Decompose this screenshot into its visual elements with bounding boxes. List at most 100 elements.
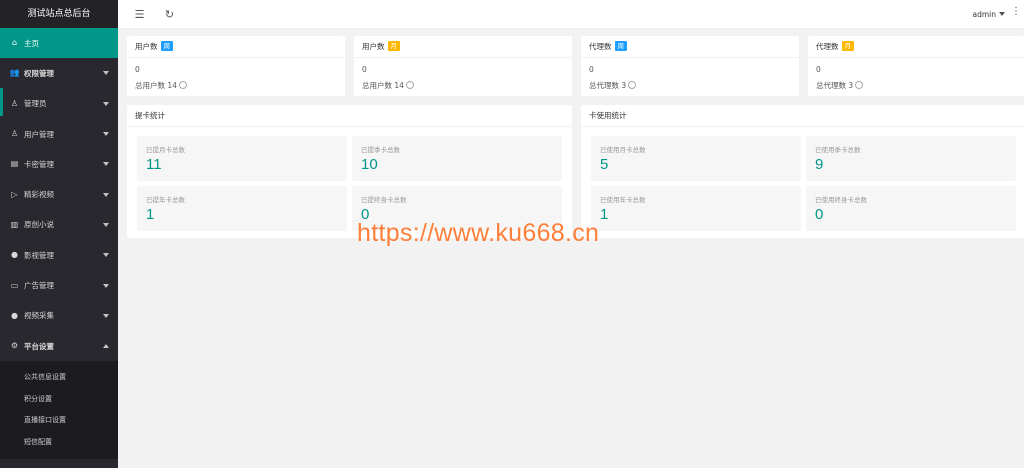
card-total: 总代理数 3 <box>808 80 1024 91</box>
film-icon: ● <box>11 250 18 260</box>
panel-title: 卡使用统计 <box>581 105 1024 127</box>
subnav-item-sms[interactable]: 短信配置 <box>0 432 118 454</box>
sidebar: 测试站点总后台 ⌂ 主页 👥 权限管理 ♙ 管理员 ♙ 用户管理 ▤ 卡密管理 … <box>0 0 118 468</box>
panel-title: 提卡统计 <box>127 105 572 127</box>
sidebar-item-label: 权限管理 <box>24 68 54 78</box>
sidebar-item-users[interactable]: ♙ 用户管理 <box>0 119 118 149</box>
sidebar-item-label: 平台设置 <box>24 341 54 351</box>
chevron-down-icon <box>103 283 109 288</box>
stat-tile: 已使用季卡总数 9 <box>806 136 1016 181</box>
collect-icon: ● <box>11 310 18 320</box>
username: admin <box>972 10 997 19</box>
more-icon[interactable]: ⋮ <box>1011 7 1021 17</box>
period-badge: 周 <box>160 41 173 51</box>
stat-tile: 已使用年卡总数 1 <box>591 186 801 231</box>
watermark-url: https://www.ku668.cn <box>357 219 600 247</box>
ad-icon: ▭ <box>10 280 19 290</box>
tile-label: 已使用季卡总数 <box>815 146 861 154</box>
total-label: 总代理数 <box>589 81 619 90</box>
sidebar-item-label: 精彩视频 <box>24 190 54 200</box>
card-value: 0 <box>589 65 594 74</box>
subnav-item-live-api[interactable]: 直播接口设置 <box>0 410 118 432</box>
chevron-down-icon <box>103 192 109 197</box>
stat-card-users-month: 用户数月 0 总用户数 14 <box>354 36 572 96</box>
card-header: 代理数周 <box>581 36 799 58</box>
stat-card-agents-week: 代理数周 0 总代理数 3 <box>581 36 799 96</box>
card-total: 总用户数 14 <box>354 80 572 91</box>
stat-tile: 已提年卡总数 1 <box>137 186 347 231</box>
home-icon: ⌂ <box>11 38 18 48</box>
stat-card-agents-month: 代理数月 0 总代理数 3 <box>808 36 1024 96</box>
refresh-icon[interactable]: ↻ <box>164 9 175 20</box>
tile-value: 9 <box>815 156 824 173</box>
brand-title: 测试站点总后台 <box>0 0 118 28</box>
sidebar-item-admins[interactable]: ♙ 管理员 <box>0 89 118 119</box>
sidebar-item-novels[interactable]: ▥ 原创小说 <box>0 210 118 240</box>
card-total: 总用户数 14 <box>127 80 345 91</box>
total-label: 总用户数 <box>135 81 165 90</box>
chevron-down-icon <box>103 162 109 167</box>
gear-icon: ⚙ <box>10 341 19 351</box>
card-value: 0 <box>135 65 140 74</box>
chevron-down-icon <box>103 313 109 318</box>
menu-toggle-icon[interactable]: ☰ <box>134 9 145 20</box>
book-icon: ▥ <box>10 219 19 229</box>
card-title: 用户数 <box>362 42 385 51</box>
total-value: 3 <box>621 81 627 90</box>
total-value: 3 <box>848 81 854 90</box>
play-icon: ▷ <box>11 189 18 199</box>
card-title: 用户数 <box>135 42 158 51</box>
card-title: 代理数 <box>589 42 612 51</box>
total-value: 14 <box>167 81 177 90</box>
user-menu[interactable]: admin <box>972 10 1005 19</box>
subnav-item-public-info[interactable]: 公共信息设置 <box>0 367 118 389</box>
card-icon: ▤ <box>10 159 19 169</box>
total-label: 总代理数 <box>816 81 846 90</box>
period-badge: 月 <box>841 41 854 51</box>
total-value: 14 <box>394 81 404 90</box>
tile-label: 已使用月卡总数 <box>600 146 646 154</box>
user-icon <box>405 81 414 89</box>
sidebar-item-videos[interactable]: ▷ 精彩视频 <box>0 179 118 209</box>
user-group-icon: ♙ <box>10 129 19 139</box>
stat-tile: 已提月卡总数 11 <box>137 136 347 181</box>
tile-label: 已提月卡总数 <box>146 146 185 154</box>
top-header: ☰ ↻ admin ⋮ <box>118 0 1024 29</box>
sidebar-item-permissions[interactable]: 👥 权限管理 <box>0 58 118 88</box>
stat-tile: 已使用终身卡总数 0 <box>806 186 1016 231</box>
card-value: 0 <box>816 65 821 74</box>
stat-tile: 已提季卡总数 10 <box>352 136 562 181</box>
tile-value: 11 <box>146 156 162 173</box>
sidebar-item-label: 影视管理 <box>24 250 54 260</box>
tile-label: 已使用终身卡总数 <box>815 196 867 204</box>
chevron-down-icon <box>103 132 109 137</box>
card-header: 用户数月 <box>354 36 572 58</box>
sidebar-item-platform-settings[interactable]: ⚙ 平台设置 <box>0 331 118 361</box>
sidebar-item-label: 广告管理 <box>24 281 54 291</box>
tile-label: 已提终身卡总数 <box>361 196 407 204</box>
card-value: 0 <box>362 65 367 74</box>
sidebar-item-home[interactable]: ⌂ 主页 <box>0 28 118 59</box>
sidebar-item-label: 管理员 <box>24 99 47 109</box>
platform-settings-submenu: 公共信息设置 积分设置 直播接口设置 短信配置 <box>0 361 118 460</box>
user-icon <box>855 81 864 89</box>
sidebar-item-collect[interactable]: ● 视频采集 <box>0 301 118 331</box>
user-icon <box>178 81 187 89</box>
sidebar-item-cards[interactable]: ▤ 卡密管理 <box>0 149 118 179</box>
tile-value: 5 <box>600 156 609 173</box>
sidebar-item-ads[interactable]: ▭ 广告管理 <box>0 270 118 300</box>
card-total: 总代理数 3 <box>581 80 799 91</box>
card-header: 用户数周 <box>127 36 345 58</box>
tile-value: 0 <box>815 206 824 223</box>
sidebar-item-label: 卡密管理 <box>24 159 54 169</box>
sidebar-item-label: 主页 <box>24 38 39 48</box>
chevron-down-icon <box>103 101 109 106</box>
stat-card-users-week: 用户数周 0 总用户数 14 <box>127 36 345 96</box>
sidebar-item-films[interactable]: ● 影视管理 <box>0 240 118 270</box>
chevron-down-icon <box>103 253 109 258</box>
tile-label: 已使用年卡总数 <box>600 196 646 204</box>
card-title: 代理数 <box>816 42 839 51</box>
subnav-item-points[interactable]: 积分设置 <box>0 389 118 411</box>
user-icon <box>628 81 637 89</box>
chevron-down-icon <box>999 12 1005 16</box>
